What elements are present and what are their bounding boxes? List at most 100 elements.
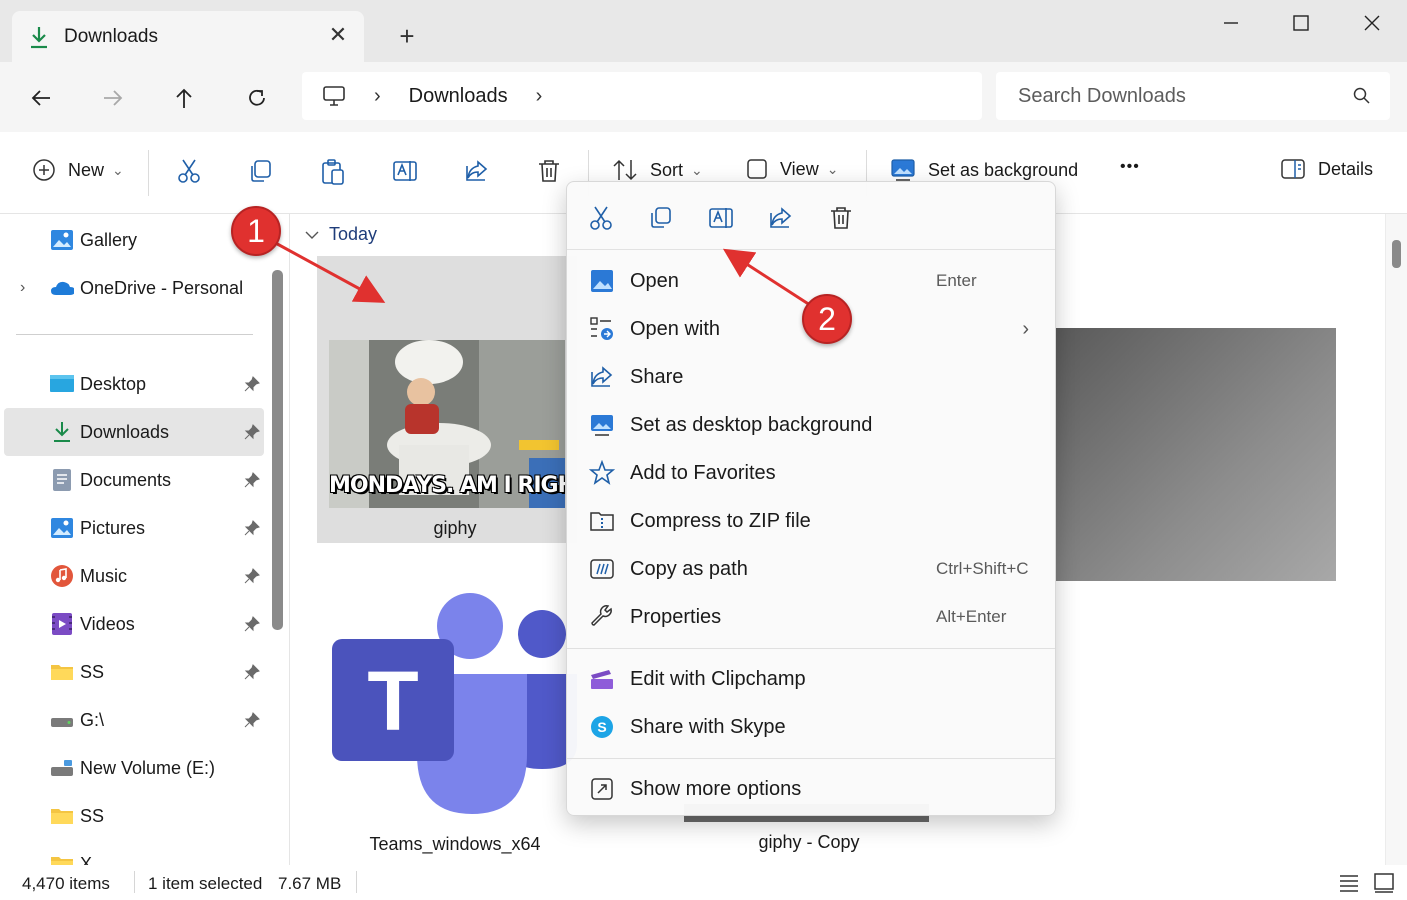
menu-item-copy-as-path[interactable]: Copy as path Ctrl+Shift+C: [571, 546, 1051, 592]
pin-icon[interactable]: [244, 568, 260, 584]
shortcut-label: Alt+Enter: [936, 607, 1007, 626]
sidebar-item-onedrive[interactable]: › OneDrive - Personal: [4, 264, 264, 312]
sidebar-item-new-volume-e[interactable]: New Volume (E:): [4, 744, 264, 792]
sidebar-item-ss[interactable]: SS: [4, 792, 264, 840]
onedrive-icon: [50, 276, 74, 300]
sort-icon: [613, 159, 637, 181]
breadcrumb-separator[interactable]: ›: [536, 85, 543, 108]
chevron-down-icon: ⌄: [112, 161, 124, 178]
close-window-button[interactable]: [1354, 6, 1390, 40]
menu-item-add-to-favorites[interactable]: Add to Favorites: [571, 450, 1051, 496]
menu-item-edit-with-clipchamp[interactable]: Edit with Clipchamp: [571, 656, 1051, 702]
scrollbar-thumb[interactable]: [1392, 240, 1401, 268]
menu-item-open[interactable]: Open Enter: [571, 258, 1051, 304]
up-button[interactable]: [168, 82, 200, 114]
sidebar-item-label: G:\: [80, 709, 105, 730]
pin-icon[interactable]: [244, 376, 260, 392]
minimize-button[interactable]: [1213, 6, 1249, 40]
folder-icon: [50, 852, 74, 865]
sidebar-item-gallery[interactable]: Gallery: [4, 216, 264, 264]
close-tab-icon[interactable]: ✕: [326, 23, 350, 47]
sidebar-scrollbar[interactable]: [272, 270, 283, 630]
see-more-button[interactable]: •••: [1120, 158, 1140, 176]
paste-button[interactable]: [320, 158, 346, 186]
teams-letter: T: [367, 654, 419, 748]
share-button[interactable]: [767, 204, 795, 232]
tab-downloads[interactable]: Downloads ✕: [12, 11, 364, 62]
desktop-background-icon: [891, 159, 915, 181]
minimize-icon: [1224, 22, 1238, 24]
sidebar-item-x[interactable]: X: [4, 840, 264, 865]
pin-icon[interactable]: [244, 424, 260, 440]
details-view-icon[interactable]: [1338, 873, 1360, 893]
download-icon: [31, 26, 47, 48]
copy-button[interactable]: [248, 158, 274, 184]
file-name: giphy - Copy: [758, 832, 860, 852]
chevron-right-icon: ›: [1022, 317, 1029, 340]
new-tab-button[interactable]: +: [394, 22, 420, 50]
chevron-down-icon: [305, 231, 319, 239]
drive-icon: [50, 756, 74, 780]
item-count: 4,470 items: [22, 874, 110, 893]
sidebar-item-g-drive[interactable]: G:\: [4, 696, 264, 744]
rename-button[interactable]: [707, 204, 735, 232]
cut-button[interactable]: [176, 158, 202, 184]
back-button[interactable]: [25, 82, 57, 114]
folder-icon: [50, 660, 74, 684]
sidebar-item-documents[interactable]: Documents: [4, 456, 264, 504]
context-menu-quick-actions: [567, 182, 1055, 250]
large-icons-view-icon[interactable]: [1373, 872, 1395, 894]
sidebar-item-label: Gallery: [80, 229, 138, 250]
pin-icon[interactable]: [244, 616, 260, 632]
pin-icon[interactable]: [244, 712, 260, 728]
forward-button[interactable]: [97, 82, 129, 114]
copy-button[interactable]: [647, 204, 675, 232]
new-button[interactable]: New ⌄: [32, 158, 124, 182]
menu-item-compress-zip[interactable]: Compress to ZIP file: [571, 498, 1051, 544]
sidebar-item-desktop[interactable]: Desktop: [4, 360, 264, 408]
more-icon: •••: [1120, 158, 1140, 175]
clipchamp-icon: [589, 666, 615, 692]
sidebar-item-downloads[interactable]: Downloads: [4, 408, 264, 456]
sort-button[interactable]: Sort ⌄: [612, 158, 703, 182]
cut-button[interactable]: [587, 204, 615, 232]
group-header-today[interactable]: Today: [305, 224, 377, 245]
maximize-button[interactable]: [1283, 6, 1319, 40]
pin-icon[interactable]: [244, 520, 260, 536]
giphy-thumbnail: MONDAYS. AM I RIGHT?: [329, 340, 565, 508]
breadcrumb-downloads[interactable]: Downloads: [409, 85, 508, 108]
sidebar-item-ss[interactable]: SS: [4, 648, 264, 696]
sidebar-item-videos[interactable]: Videos: [4, 600, 264, 648]
refresh-button[interactable]: [241, 82, 273, 114]
copy-icon: [651, 207, 671, 228]
search-box[interactable]: Search Downloads: [996, 72, 1390, 120]
sidebar-item-music[interactable]: Music: [4, 552, 264, 600]
menu-item-set-desktop-background[interactable]: Set as desktop background: [571, 402, 1051, 448]
share-button[interactable]: [464, 158, 490, 184]
menu-item-share[interactable]: Share: [571, 354, 1051, 400]
file-item-giphy[interactable]: MONDAYS. AM I RIGHT? giphy: [317, 256, 577, 543]
pin-icon[interactable]: [244, 664, 260, 680]
pin-icon[interactable]: [244, 472, 260, 488]
vertical-scrollbar[interactable]: [1385, 214, 1407, 865]
view-button[interactable]: View ⌄: [746, 158, 838, 180]
plus-circle-icon: [33, 159, 55, 181]
menu-item-show-more-options[interactable]: Show more options: [571, 766, 1051, 812]
details-pane-button[interactable]: Details: [1280, 158, 1373, 180]
address-bar[interactable]: › Downloads ›: [302, 72, 982, 120]
sidebar-item-label: Videos: [80, 613, 135, 634]
set-as-background-button[interactable]: Set as background: [890, 158, 1078, 182]
menu-item-share-with-skype[interactable]: S Share with Skype: [571, 704, 1051, 750]
videos-icon: [50, 612, 74, 636]
delete-button[interactable]: [827, 204, 855, 232]
menu-item-properties[interactable]: Properties Alt+Enter: [571, 594, 1051, 640]
details-label: Details: [1318, 158, 1374, 179]
delete-button[interactable]: [536, 158, 562, 184]
breadcrumb-separator[interactable]: ›: [374, 85, 381, 108]
giphy-caption: MONDAYS. AM I RIGHT?: [329, 473, 565, 498]
sidebar-item-pictures[interactable]: Pictures: [4, 504, 264, 552]
chevron-right-icon[interactable]: ›: [20, 279, 25, 297]
blurred-thumbnail: [1056, 328, 1336, 581]
rename-button[interactable]: [392, 158, 418, 184]
download-icon: [50, 420, 74, 444]
